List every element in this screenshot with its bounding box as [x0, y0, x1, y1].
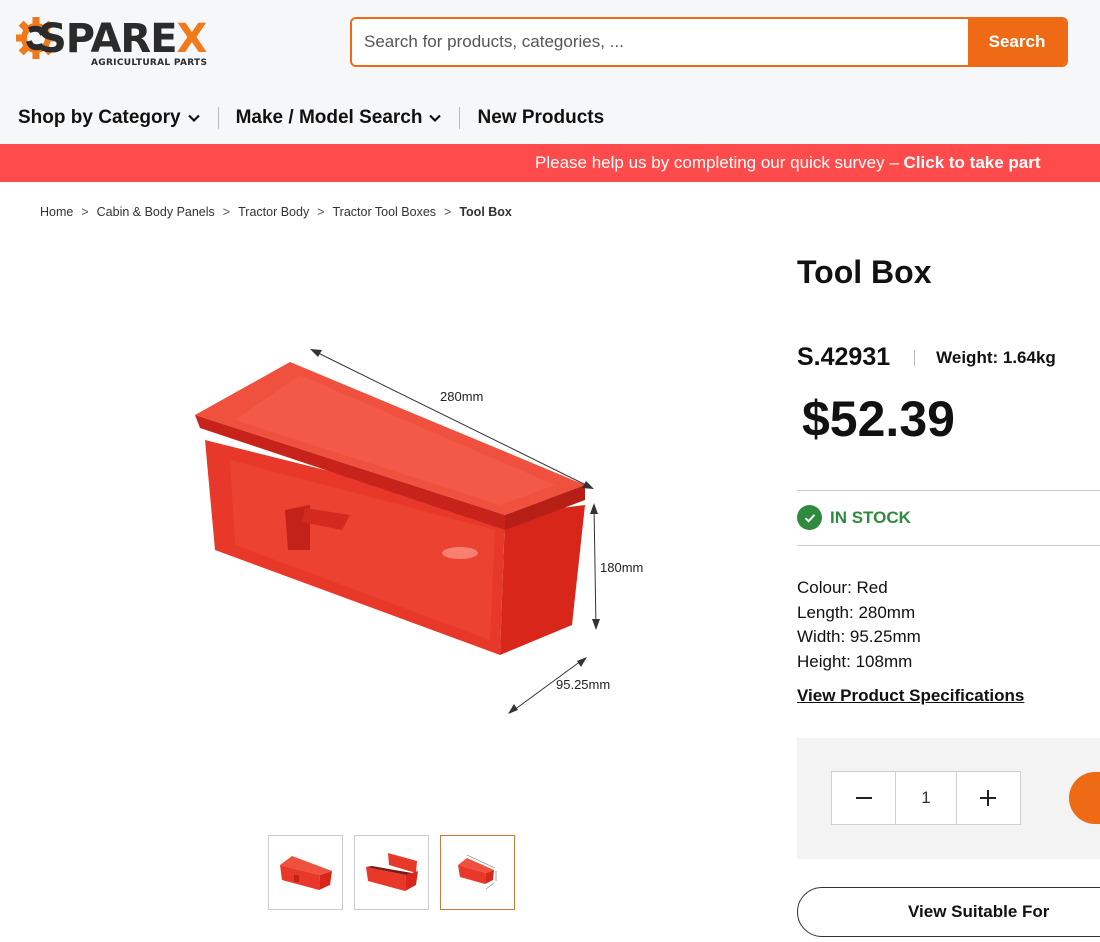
sku-row: S.42931 Weight: 1.64kg [797, 343, 1056, 372]
breadcrumb-home[interactable]: Home [40, 205, 73, 219]
breadcrumb-current: Tool Box [459, 205, 512, 219]
chevron-down-icon [187, 114, 200, 123]
breadcrumb-cabin-body-panels[interactable]: Cabin & Body Panels [97, 205, 215, 219]
breadcrumb-separator: > [317, 205, 325, 219]
spec-height: Height: 108mm [797, 651, 913, 671]
thumbnail-strip [268, 835, 515, 910]
nav-make-model-search[interactable]: Make / Model Search [236, 107, 443, 129]
main-nav: Shop by Category Make / Model Search New… [18, 104, 604, 132]
view-suitable-for-label: View Suitable For [908, 902, 1050, 921]
quantity-stepper: 1 [831, 771, 1021, 825]
breadcrumb-tractor-body[interactable]: Tractor Body [238, 205, 309, 219]
dimension-width-label: 95.25mm [556, 677, 610, 692]
logo-text-spare: SPARE [38, 16, 178, 62]
breadcrumb-separator: > [444, 205, 452, 219]
breadcrumb-tractor-tool-boxes[interactable]: Tractor Tool Boxes [333, 205, 437, 219]
sku-divider [914, 349, 916, 366]
spec-length: Length: 280mm [797, 602, 916, 622]
divider [797, 545, 1100, 546]
quantity-value[interactable]: 1 [895, 772, 957, 824]
thumbnail-dimensions[interactable] [440, 835, 515, 910]
breadcrumb-separator: > [222, 205, 231, 219]
spec-colour: Colour: Red [797, 578, 888, 597]
survey-banner: Please help us by completing our quick s… [0, 144, 1100, 182]
site-header: SPAREX AGRICULTURAL PARTS Search Shop by… [0, 0, 1100, 144]
sparex-logo[interactable]: SPAREX AGRICULTURAL PARTS [15, 14, 216, 72]
spec-width: Width: 95.25mm [797, 627, 921, 646]
quantity-decrease-button[interactable] [832, 772, 895, 824]
logo-wordmark: SPAREX [15, 14, 208, 64]
nav-label: Shop by Category [18, 107, 181, 128]
survey-message: Please help us by completing our quick s… [535, 153, 904, 172]
chevron-down-icon [429, 114, 442, 123]
product-specs: Colour: Red Length: 280mm Width: 95.25mm… [797, 576, 921, 674]
nav-label: Make / Model Search [235, 107, 423, 128]
logo-text-x: X [176, 16, 208, 62]
nav-divider [217, 107, 219, 129]
dimension-length-label: 280mm [440, 389, 483, 404]
quantity-increase-button[interactable] [957, 772, 1020, 824]
product-sku: S.42931 [797, 343, 891, 371]
dimension-height-label: 180mm [600, 560, 643, 575]
nav-new-products[interactable]: New Products [477, 107, 604, 129]
minus-icon [855, 797, 872, 799]
product-price: $52.39 [802, 391, 955, 447]
nav-label: New Products [477, 107, 605, 128]
breadcrumb-separator: > [81, 205, 89, 219]
check-circle-icon [797, 505, 822, 530]
logo-subtitle: AGRICULTURAL PARTS [91, 58, 208, 68]
survey-link[interactable]: Click to take part [904, 153, 1041, 172]
plus-icon [980, 790, 997, 806]
stock-label: IN STOCK [830, 507, 911, 527]
thumbnail-open[interactable] [354, 835, 429, 910]
search-input[interactable] [352, 19, 968, 65]
view-suitable-for-button[interactable]: View Suitable For [797, 887, 1100, 937]
view-specifications-link[interactable]: View Product Specifications [797, 686, 1024, 706]
add-to-cart-panel: 1 [797, 738, 1100, 859]
product-title: Tool Box [797, 254, 932, 290]
nav-shop-by-category[interactable]: Shop by Category [18, 107, 201, 129]
survey-text: Please help us by completing our quick s… [535, 144, 1041, 182]
search-button[interactable]: Search [968, 19, 1066, 65]
stock-status: IN STOCK [797, 505, 911, 530]
add-to-cart-button[interactable] [1069, 772, 1100, 824]
breadcrumb: Home > Cabin & Body Panels > Tractor Bod… [40, 205, 512, 219]
nav-divider [459, 107, 461, 129]
divider [797, 490, 1100, 491]
product-weight: Weight: 1.64kg [936, 347, 1056, 367]
search-bar: Search [350, 17, 1068, 67]
product-main-image[interactable]: 280mm 180mm 95.25mm [160, 320, 680, 740]
thumbnail-closed[interactable] [268, 835, 343, 910]
